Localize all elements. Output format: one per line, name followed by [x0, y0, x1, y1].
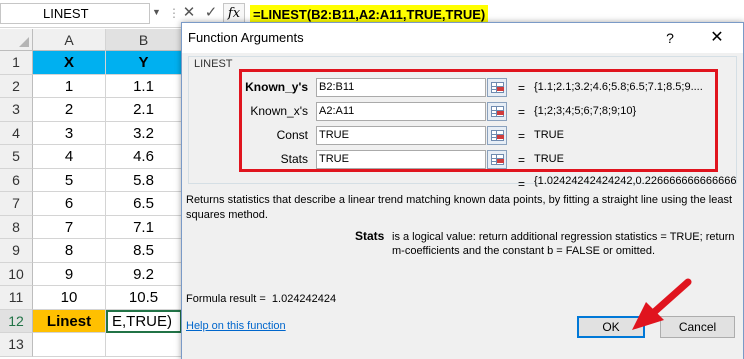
arg-label-known-ys: Known_y's	[245, 80, 308, 94]
active-cell[interactable]: E,TRUE)	[106, 309, 182, 333]
cell[interactable]: X	[33, 51, 106, 75]
cell[interactable]	[33, 333, 106, 357]
row-header[interactable]: 2	[0, 74, 33, 98]
formula-result-label: Formula result =	[186, 293, 266, 305]
range-marker-icon	[497, 87, 504, 91]
insert-function-button[interactable]: fx	[223, 3, 245, 24]
row-header[interactable]: 5	[0, 145, 33, 169]
cell[interactable]: 6	[33, 192, 106, 216]
name-box[interactable]: LINEST	[0, 3, 150, 24]
enter-icon[interactable]: ✓	[202, 4, 220, 22]
arg-label-const: Const	[276, 128, 308, 142]
cancel-icon[interactable]: ✕	[180, 4, 198, 22]
cell[interactable]: 7.1	[106, 215, 182, 239]
row-header[interactable]: 10	[0, 262, 33, 286]
column-header-a[interactable]: A	[33, 29, 106, 51]
column-header-b[interactable]: B	[106, 29, 182, 51]
close-icon[interactable]: ✕	[703, 27, 731, 49]
cell[interactable]: 9.2	[106, 262, 182, 286]
arg-label-stats: Stats	[280, 152, 308, 166]
row-header[interactable]: 6	[0, 168, 33, 192]
help-link[interactable]: Help on this function	[186, 320, 286, 332]
collapse-dialog-button[interactable]	[487, 102, 507, 121]
function-result-preview: {1.02424242424242,0.226666666666666	[534, 175, 737, 187]
row-header[interactable]: 1	[0, 51, 33, 75]
cell[interactable]: Y	[106, 51, 182, 75]
cancel-button[interactable]: Cancel	[660, 316, 735, 338]
range-marker-icon	[497, 135, 504, 139]
formula-result-value: 1.024242424	[271, 293, 337, 305]
formula-result: Formula result = 1.024242424	[186, 293, 336, 305]
equals-sign: =	[518, 81, 526, 95]
collapse-dialog-button[interactable]	[487, 126, 507, 145]
collapse-dialog-button[interactable]	[487, 78, 507, 97]
equals-sign: =	[518, 177, 526, 191]
cell[interactable]: 10	[33, 286, 106, 310]
arg-label-known-xs: Known_x's	[250, 104, 308, 118]
stats-input[interactable]: TRUE	[316, 150, 486, 169]
row-header[interactable]: 9	[0, 239, 33, 263]
row-header[interactable]: 7	[0, 192, 33, 216]
cell[interactable]: 3	[33, 121, 106, 145]
cell[interactable]: 1	[33, 74, 106, 98]
cell[interactable]: 6.5	[106, 192, 182, 216]
equals-sign: =	[518, 129, 526, 143]
arg-result-known-xs: {1;2;3;4;5;6;7;8;9;10}	[534, 105, 637, 117]
cell[interactable]: 8.5	[106, 239, 182, 263]
range-marker-icon	[497, 159, 504, 163]
equals-sign: =	[518, 153, 526, 167]
ok-button[interactable]: OK	[577, 316, 645, 338]
cell[interactable]: 5	[33, 168, 106, 192]
known-xs-input[interactable]: A2:A11	[316, 102, 486, 121]
row-header[interactable]: 12	[0, 309, 33, 333]
function-description: Returns statistics that describe a linea…	[186, 194, 733, 221]
cell[interactable]: Linest	[33, 309, 106, 333]
row-header[interactable]: 11	[0, 286, 33, 310]
known-ys-input[interactable]: B2:B11	[316, 78, 486, 97]
const-input[interactable]: TRUE	[316, 126, 486, 145]
cell[interactable]: 2.1	[106, 98, 182, 122]
cell[interactable]	[106, 333, 182, 357]
equals-sign: =	[518, 105, 526, 119]
cell[interactable]: 1.1	[106, 74, 182, 98]
cell[interactable]: 4	[33, 145, 106, 169]
row-header[interactable]: 4	[0, 121, 33, 145]
selected-arg-name: Stats	[355, 229, 385, 243]
chevron-down-icon[interactable]: ▼	[152, 7, 161, 17]
collapse-dialog-button[interactable]	[487, 150, 507, 169]
cell[interactable]: 3.2	[106, 121, 182, 145]
cell[interactable]: 2	[33, 98, 106, 122]
cell[interactable]: 8	[33, 239, 106, 263]
row-header[interactable]: 13	[0, 333, 33, 357]
function-arguments-dialog: Function Arguments ? ✕ LINEST Known_y's …	[181, 22, 744, 359]
dialog-title-bar[interactable]: Function Arguments ? ✕	[182, 23, 743, 53]
dialog-title: Function Arguments	[188, 30, 304, 45]
cell[interactable]: 5.8	[106, 168, 182, 192]
range-marker-icon	[497, 111, 504, 115]
row-header[interactable]: 3	[0, 98, 33, 122]
cell[interactable]: 9	[33, 262, 106, 286]
cell[interactable]: 4.6	[106, 145, 182, 169]
arg-result-stats: TRUE	[534, 153, 564, 165]
arg-result-const: TRUE	[534, 129, 564, 141]
arg-result-known-ys: {1.1;2.1;3.2;4.6;5.8;6.5;7.1;8.5;9....	[534, 81, 703, 93]
selected-arg-description: is a logical value: return additional re…	[392, 231, 735, 257]
help-icon[interactable]: ?	[660, 27, 680, 49]
cell[interactable]: 10.5	[106, 286, 182, 310]
row-header[interactable]: 8	[0, 215, 33, 239]
select-all-button[interactable]	[0, 29, 33, 51]
cell[interactable]: 7	[33, 215, 106, 239]
group-label: LINEST	[192, 58, 235, 70]
